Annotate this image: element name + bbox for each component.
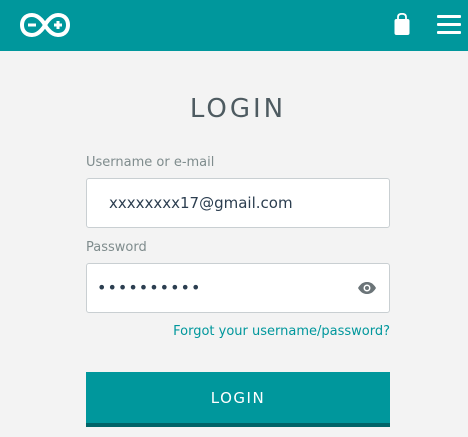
eye-icon[interactable] xyxy=(357,281,377,295)
forgot-password-link[interactable]: Forgot your username/password? xyxy=(173,324,390,339)
password-value: •••••••••• xyxy=(97,278,202,297)
password-field[interactable]: •••••••••• xyxy=(86,263,390,313)
top-bar xyxy=(0,0,468,51)
hamburger-menu-icon[interactable] xyxy=(437,13,461,37)
login-button[interactable]: LOGIN xyxy=(86,372,390,427)
page-title: LOGIN xyxy=(189,94,287,124)
username-field[interactable]: xxxxxxxx17@gmail.com xyxy=(86,178,390,228)
username-label: Username or e-mail xyxy=(86,155,215,170)
shopping-bag-icon[interactable] xyxy=(393,13,411,36)
username-value: xxxxxxxx17@gmail.com xyxy=(109,194,293,212)
password-label: Password xyxy=(86,240,147,255)
infinity-logo-icon[interactable] xyxy=(19,12,71,38)
